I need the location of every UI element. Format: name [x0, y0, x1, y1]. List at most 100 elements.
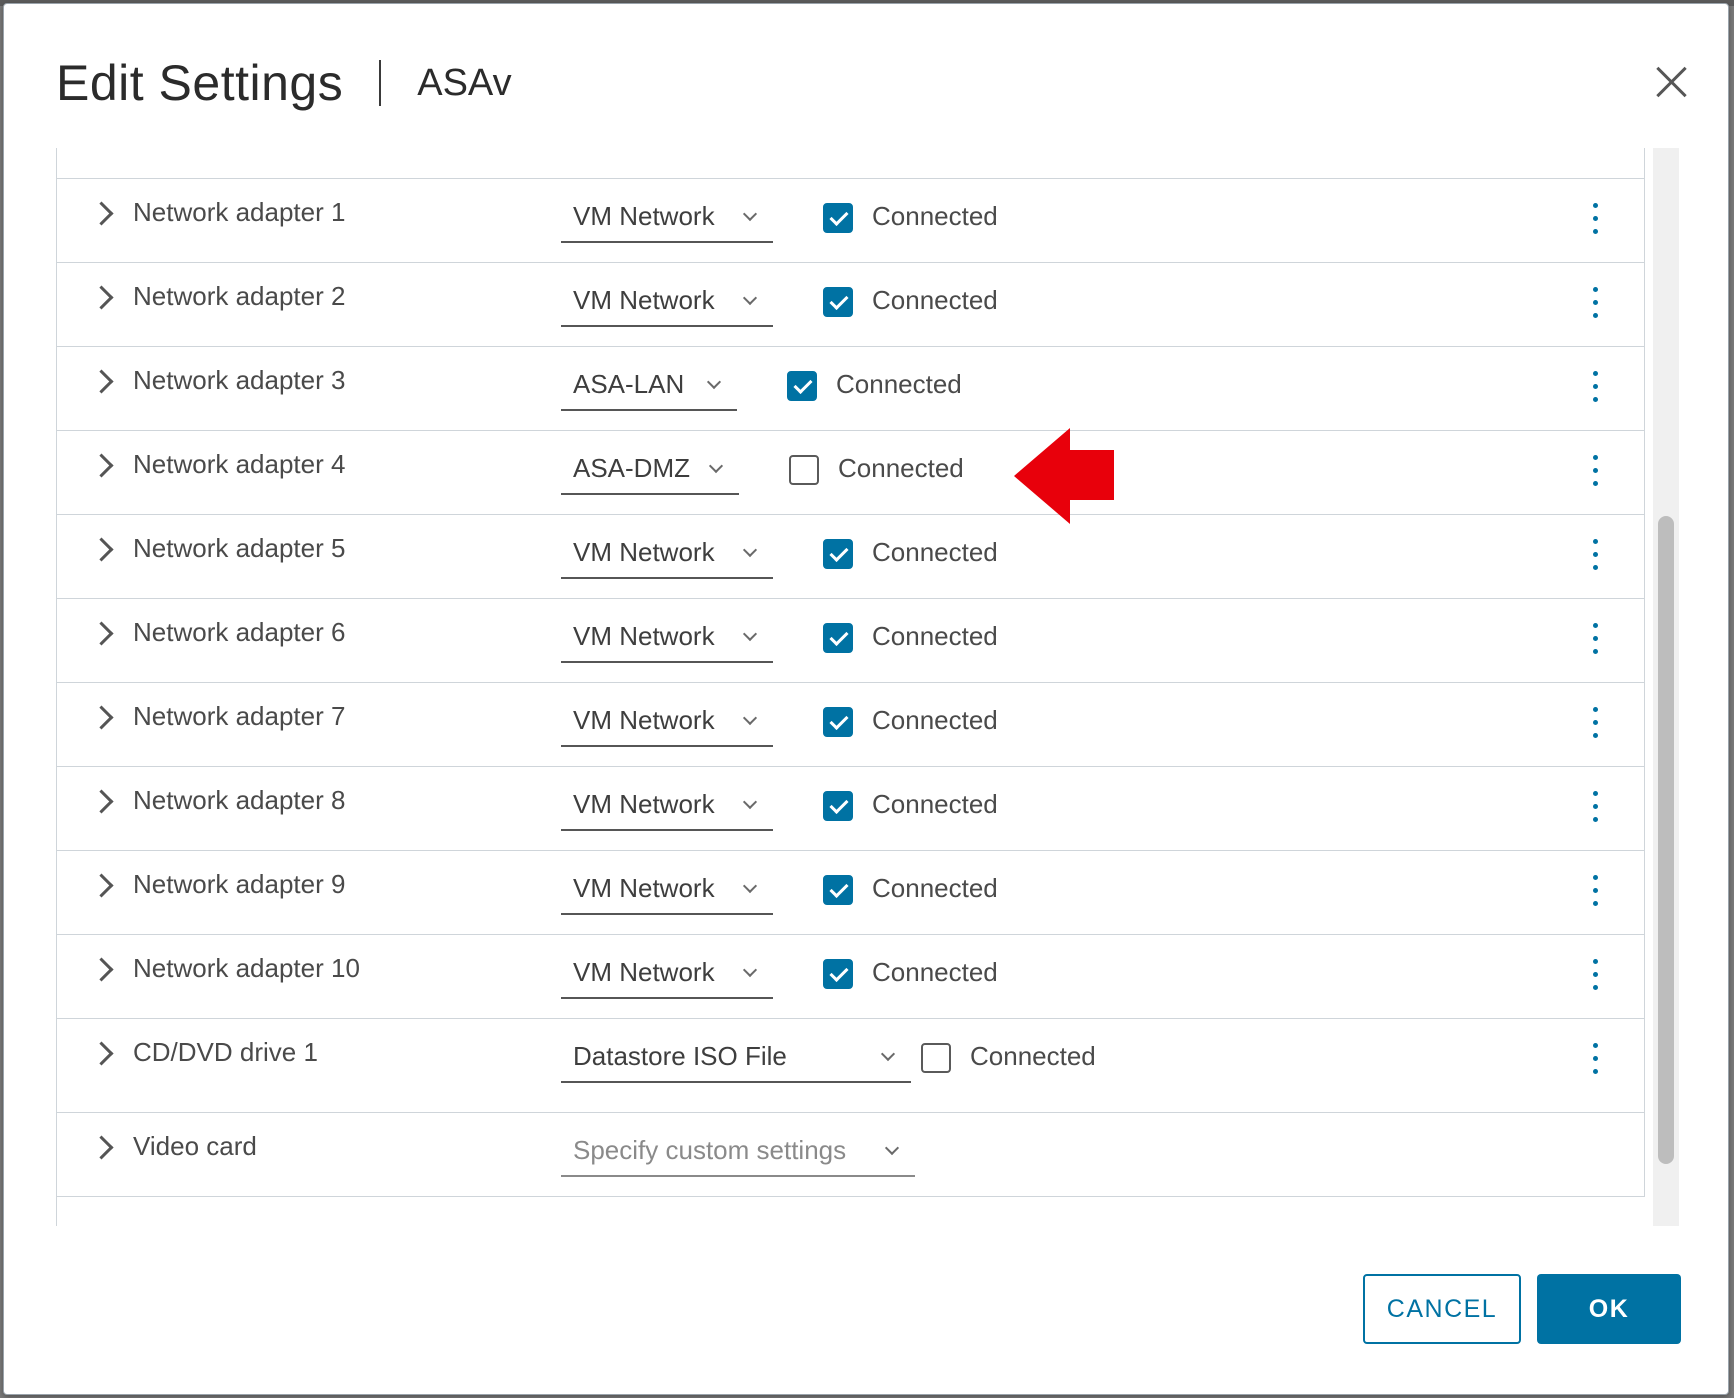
more-options-icon[interactable]	[1588, 371, 1602, 405]
network-select[interactable]: VM Network	[561, 773, 773, 831]
connected-checkbox[interactable]	[823, 707, 853, 737]
select-value: VM Network	[573, 789, 715, 819]
chevron-down-icon	[880, 1046, 896, 1062]
media-select[interactable]: Datastore ISO File	[561, 1025, 911, 1083]
hardware-list: Network adapter 1 VM Network Connected N…	[56, 148, 1645, 1226]
more-options-icon[interactable]	[1588, 1043, 1602, 1077]
more-options-icon[interactable]	[1588, 791, 1602, 825]
annotation-arrow-icon	[1014, 428, 1114, 524]
connected-label: Connected	[838, 453, 964, 483]
chevron-right-icon[interactable]	[89, 1041, 114, 1066]
chevron-right-icon[interactable]	[89, 705, 114, 730]
scrollbar-thumb[interactable]	[1658, 516, 1674, 1164]
more-options-icon[interactable]	[1588, 959, 1602, 993]
connected-label: Connected	[872, 873, 998, 903]
connected-checkbox[interactable]	[823, 287, 853, 317]
list-item-network-adapter-5: Network adapter 5 VM Network Connected	[57, 515, 1645, 599]
video-card-select[interactable]: Specify custom settings	[561, 1119, 915, 1177]
row-label: Network adapter 8	[133, 785, 346, 815]
chevron-right-icon[interactable]	[89, 453, 114, 478]
chevron-right-icon[interactable]	[89, 957, 114, 982]
connected-checkbox[interactable]	[789, 455, 819, 485]
row-label: Network adapter 1	[133, 197, 346, 227]
chevron-right-icon[interactable]	[89, 789, 114, 814]
connected-checkbox[interactable]	[823, 539, 853, 569]
cancel-button[interactable]: CANCEL	[1363, 1274, 1521, 1344]
network-select[interactable]: ASA-LAN	[561, 353, 737, 411]
chevron-down-icon	[742, 290, 758, 306]
connected-label: Connected	[872, 201, 998, 231]
select-value: VM Network	[573, 957, 715, 987]
network-select[interactable]: VM Network	[561, 605, 773, 663]
connected-label: Connected	[836, 369, 962, 399]
network-select[interactable]: VM Network	[561, 689, 773, 747]
more-options-icon[interactable]	[1588, 539, 1602, 573]
connected-label: Connected	[872, 621, 998, 651]
vm-name: ASAv	[417, 61, 512, 104]
close-icon[interactable]	[1649, 60, 1693, 104]
connected-label: Connected	[872, 285, 998, 315]
select-value: VM Network	[573, 537, 715, 567]
row-label: Network adapter 2	[133, 281, 346, 311]
connected-checkbox[interactable]	[823, 203, 853, 233]
connected-label: Connected	[872, 957, 998, 987]
chevron-right-icon[interactable]	[89, 537, 114, 562]
connected-checkbox[interactable]	[823, 791, 853, 821]
chevron-down-icon	[742, 794, 758, 810]
chevron-right-icon[interactable]	[89, 1135, 114, 1160]
network-select[interactable]: VM Network	[561, 521, 773, 579]
connected-label: Connected	[872, 705, 998, 735]
network-select[interactable]: ASA-DMZ	[561, 437, 739, 495]
ok-button[interactable]: OK	[1537, 1274, 1681, 1344]
more-options-icon[interactable]	[1588, 455, 1602, 489]
network-select[interactable]: VM Network	[561, 185, 773, 243]
more-options-icon[interactable]	[1588, 875, 1602, 909]
more-options-icon[interactable]	[1588, 287, 1602, 321]
row-label: CD/DVD drive 1	[133, 1037, 318, 1067]
select-value: VM Network	[573, 873, 715, 903]
row-label: Network adapter 4	[133, 449, 346, 479]
chevron-down-icon	[742, 626, 758, 642]
chevron-down-icon	[742, 710, 758, 726]
row-label: Network adapter 5	[133, 533, 346, 563]
connected-checkbox[interactable]	[823, 623, 853, 653]
more-options-icon[interactable]	[1588, 203, 1602, 237]
list-item-cd-dvd-drive-1: CD/DVD drive 1 Datastore ISO File Connec…	[57, 1019, 1645, 1113]
chevron-down-icon	[742, 962, 758, 978]
list-item-network-adapter-3: Network adapter 3 ASA-LAN Connected	[57, 347, 1645, 431]
more-options-icon[interactable]	[1588, 707, 1602, 741]
select-value: ASA-DMZ	[573, 453, 690, 483]
row-label: Network adapter 10	[133, 953, 360, 983]
network-select[interactable]: VM Network	[561, 941, 773, 999]
connected-checkbox[interactable]	[823, 959, 853, 989]
row-label: Video card	[133, 1131, 257, 1161]
chevron-right-icon[interactable]	[89, 621, 114, 646]
network-select[interactable]: VM Network	[561, 269, 773, 327]
connected-label: Connected	[872, 789, 998, 819]
chevron-down-icon	[742, 206, 758, 222]
chevron-down-icon	[708, 458, 724, 474]
select-value: VM Network	[573, 621, 715, 651]
more-options-icon[interactable]	[1588, 623, 1602, 657]
list-item-network-adapter-8: Network adapter 8 VM Network Connected	[57, 767, 1645, 851]
list-item-network-adapter-6: Network adapter 6 VM Network Connected	[57, 599, 1645, 683]
connected-checkbox[interactable]	[921, 1043, 951, 1073]
chevron-down-icon	[884, 1140, 900, 1156]
row-label: Network adapter 3	[133, 365, 346, 395]
list-item-network-adapter-1: Network adapter 1 VM Network Connected	[57, 179, 1645, 263]
list-item-video-card: Video card Specify custom settings	[57, 1113, 1645, 1197]
chevron-right-icon[interactable]	[89, 873, 114, 898]
list-item-partial	[57, 1197, 1645, 1226]
row-label: Network adapter 9	[133, 869, 346, 899]
connected-checkbox[interactable]	[823, 875, 853, 905]
dialog-title: Edit Settings	[56, 55, 344, 111]
chevron-right-icon[interactable]	[89, 201, 114, 226]
chevron-right-icon[interactable]	[89, 285, 114, 310]
list-item-network-adapter-9: Network adapter 9 VM Network Connected	[57, 851, 1645, 935]
connected-label: Connected	[872, 537, 998, 567]
select-value: VM Network	[573, 285, 715, 315]
list-item-network-adapter-10: Network adapter 10 VM Network Connected	[57, 935, 1645, 1019]
network-select[interactable]: VM Network	[561, 857, 773, 915]
chevron-right-icon[interactable]	[89, 369, 114, 394]
connected-checkbox[interactable]	[787, 371, 817, 401]
